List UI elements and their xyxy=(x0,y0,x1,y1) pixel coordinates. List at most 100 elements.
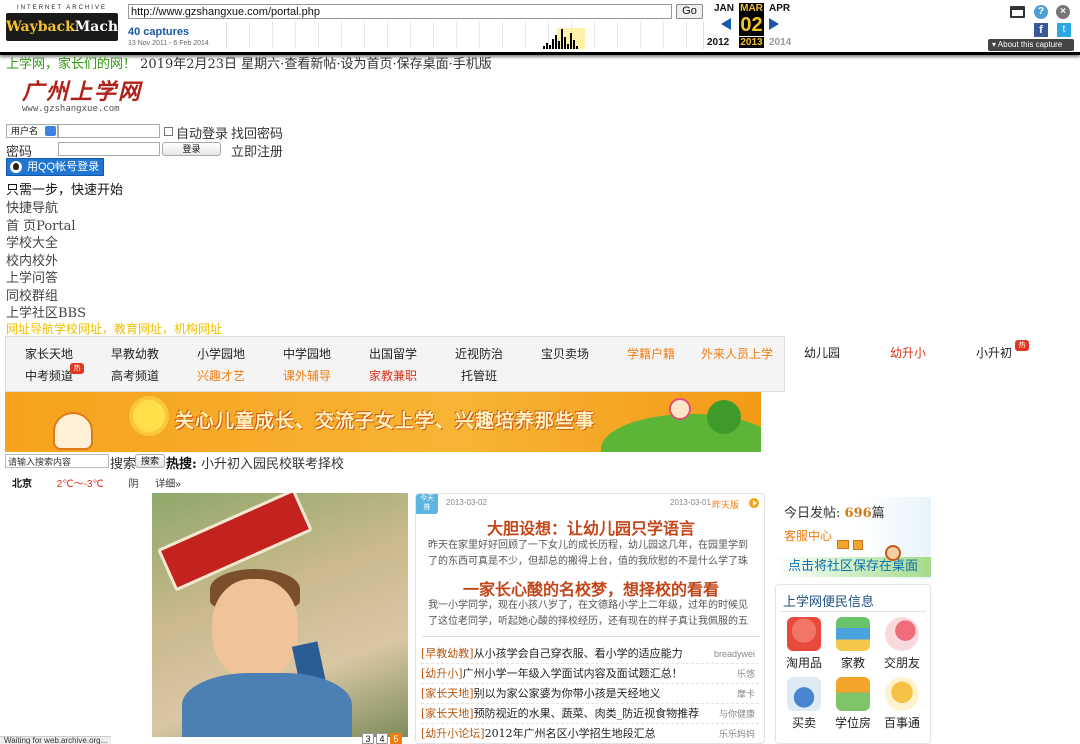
convenience-info-box: 上学网便民信息 淘用品 家教 交朋友 买卖 学位房 百事通 xyxy=(775,584,931,744)
save-to-desktop-link[interactable]: 点击将社区保存在桌面 xyxy=(775,557,931,577)
sparkline-bar xyxy=(552,39,554,49)
news-item[interactable]: [幼升小]广州小学一年级入学面试内容及面试题汇总！ 乐悠 xyxy=(421,664,759,684)
wayback-sparkline[interactable] xyxy=(226,22,704,49)
wayback-logo-top: INTERNET ARCHIVE xyxy=(17,5,107,11)
cat-interests[interactable]: 兴趣才艺 xyxy=(178,367,264,384)
forgot-password-link[interactable]: 找回密码 xyxy=(231,123,283,142)
wayback-toolbar: INTERNET ARCHIVE WaybackMachine Go 40 ca… xyxy=(0,0,1080,55)
login-button[interactable]: 登录 xyxy=(162,142,221,156)
weather-details-link[interactable]: 详细» xyxy=(155,479,181,490)
wayback-captures-link[interactable]: 40 captures xyxy=(128,26,189,38)
window-icon[interactable] xyxy=(1010,6,1025,18)
cat-primary[interactable]: 小学园地 xyxy=(178,345,264,362)
sparkline-bar xyxy=(561,29,563,49)
today-posts-count: 696 xyxy=(844,506,872,521)
customer-service-link[interactable]: 客服中心 xyxy=(784,527,832,544)
cat-parents[interactable]: 家长天地 xyxy=(6,345,92,362)
weather-temp: 2℃～-3℃ xyxy=(56,479,104,490)
about-capture-button[interactable]: ▾ About this capture xyxy=(988,39,1074,51)
conv-item-helpdesk[interactable]: 百事通 xyxy=(878,677,926,731)
sparkline-bar xyxy=(564,37,566,49)
nav-bbs[interactable]: 上学社区BBS xyxy=(6,302,86,321)
cat-gaokao[interactable]: 高考频道 xyxy=(92,367,178,384)
conv-item-shop[interactable]: 淘用品 xyxy=(780,617,828,671)
category-nav-extra: 幼儿园 幼升小 小升初 热 xyxy=(785,336,1080,364)
cat-parttime[interactable]: 家教兼职 xyxy=(350,367,436,384)
next-capture-arrow-icon[interactable] xyxy=(769,18,779,30)
twitter-icon[interactable]: t xyxy=(1057,23,1071,37)
nav-qa[interactable]: 上学问答 xyxy=(6,267,58,286)
username-input[interactable] xyxy=(58,124,160,138)
login-type-select[interactable]: 用户名 xyxy=(6,124,58,138)
conv-item-school-house[interactable]: 学位房 xyxy=(829,677,877,731)
banner[interactable]: 关心儿童成长、交流子女上学、兴趣培养那些事 xyxy=(5,392,761,452)
search-button[interactable]: 搜索 xyxy=(135,454,165,468)
cat-hukou[interactable]: 学籍户籍 xyxy=(608,345,694,362)
hot-badge-icon: 热 xyxy=(70,363,84,374)
hot-search-label: 热搜: xyxy=(166,457,197,472)
news-headline-1[interactable]: 大胆设想：让幼儿园只学语言 xyxy=(416,515,766,539)
wayback-logo[interactable]: INTERNET ARCHIVE WaybackMachine xyxy=(6,5,142,49)
cat-tutoring[interactable]: 课外辅导 xyxy=(264,367,350,384)
wayback-url-input[interactable] xyxy=(128,4,672,19)
news-date-left: 2013-03-02 xyxy=(446,498,487,507)
nav-schools[interactable]: 学校大全 xyxy=(6,232,58,251)
qq-login-button[interactable]: 用QQ帐号登录 xyxy=(6,158,104,176)
wayback-month-next[interactable]: APR xyxy=(769,3,790,14)
conv-item-trade[interactable]: 买卖 xyxy=(780,677,828,731)
conv-item-tutor[interactable]: 家教 xyxy=(829,617,877,671)
cat-shop[interactable]: 宝贝卖场 xyxy=(522,345,608,362)
play-icon[interactable] xyxy=(749,498,759,508)
sparkline-bar xyxy=(570,33,572,49)
photo-face xyxy=(212,579,298,679)
slideshow-page-5[interactable]: 5 xyxy=(390,733,402,744)
sparkline-bar xyxy=(573,40,575,49)
wayback-year-next[interactable]: 2014 xyxy=(769,37,791,48)
password-input[interactable] xyxy=(58,142,160,156)
slideshow-page-4[interactable]: 4 xyxy=(376,733,388,744)
slideshow-photo[interactable] xyxy=(152,493,408,737)
site-logo[interactable]: 广州上学网 www.gzshangxue.com xyxy=(22,80,142,116)
prev-capture-arrow-icon[interactable] xyxy=(721,18,731,30)
nav-quick[interactable]: 快捷导航 xyxy=(6,197,58,216)
date-links[interactable]: 2019年2月23日 星期六·查看新帖·设为首页·保存桌面·手机版 xyxy=(140,57,492,72)
wayback-month-prev[interactable]: JAN xyxy=(714,3,734,14)
cat-middle[interactable]: 中学园地 xyxy=(264,345,350,362)
sparkline-bar xyxy=(555,35,557,49)
auto-login-checkbox[interactable] xyxy=(164,127,173,136)
url-nav-links[interactable]: 网址导航学校网址，教育网址，机构网址 xyxy=(6,320,222,337)
news-today-tab[interactable]: 今天 推 xyxy=(416,494,438,514)
hot-search-terms[interactable]: 小升初入园民校联考择校 xyxy=(201,457,344,472)
cat-myopia[interactable]: 近视防治 xyxy=(436,345,522,362)
news-yesterday-link[interactable]: 昨天版 xyxy=(712,498,739,511)
cat-abroad[interactable]: 出国留学 xyxy=(350,345,436,362)
cat-daycare[interactable]: 托管班 xyxy=(436,367,522,384)
cat-early-edu[interactable]: 早教幼教 xyxy=(92,345,178,362)
help-icon[interactable]: ? xyxy=(1034,5,1048,19)
sparkline-bar xyxy=(549,45,551,49)
shopping-bag-icon xyxy=(787,617,821,651)
note-icon[interactable] xyxy=(853,540,863,550)
news-item[interactable]: [早教幼教]从小孩学会自己穿衣服、看小学的适应能力 breadywei xyxy=(421,644,759,664)
news-item[interactable]: [家长天地]预防视近的水果、蔬菜、肉类_防近视食物推荐 与你健康 xyxy=(421,704,759,724)
news-headline-2[interactable]: 一家长心酸的名校梦，想择校的看看 xyxy=(416,576,766,600)
wayback-year-prev[interactable]: 2012 xyxy=(707,37,729,48)
news-item[interactable]: [幼升小论坛]2012年广州名区小学招生地段汇总 乐乐妈妈 xyxy=(421,724,759,744)
wayback-go-button[interactable]: Go xyxy=(676,4,703,19)
conv-item-friends[interactable]: 交朋友 xyxy=(878,617,926,671)
news-divider xyxy=(422,636,760,637)
slideshow-page-3[interactable]: 3 xyxy=(362,733,374,744)
banner-tree xyxy=(707,400,741,434)
facebook-icon[interactable]: f xyxy=(1034,23,1048,37)
cat-primary-entry[interactable]: 幼升小 xyxy=(865,344,951,361)
cat-kindergarten[interactable]: 幼儿园 xyxy=(779,344,865,361)
sparkline-bar xyxy=(558,41,560,49)
news-panel: 今天 推 2013-03-02 2013-03-01 昨天版 大胆设想：让幼儿园… xyxy=(415,493,765,744)
search-input[interactable] xyxy=(5,454,109,468)
mail-icon[interactable] xyxy=(837,540,849,549)
register-link[interactable]: 立即注册 xyxy=(231,141,283,160)
cat-migrant[interactable]: 外来人员上学 xyxy=(694,345,780,362)
news-item[interactable]: [家长天地]别以为家公家婆为你带小孩是天经地义 摩卡 xyxy=(421,684,759,704)
close-icon[interactable]: × xyxy=(1056,5,1070,19)
quick-start-tip: 只需一步，快速开始 xyxy=(6,183,124,198)
